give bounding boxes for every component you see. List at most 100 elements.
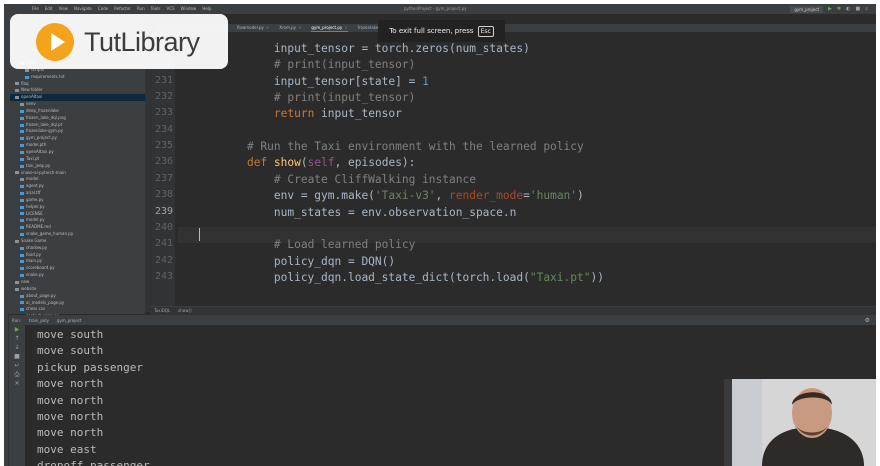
project-tree-item[interactable]: venv (10, 101, 145, 108)
code-line: # Run the Taxi environment with the lear… (246, 140, 584, 154)
project-tree-item[interactable]: taxi_jeep.py (10, 163, 145, 170)
project-tree-item[interactable]: website (10, 286, 145, 293)
project-tree-item[interactable]: model.py (10, 217, 145, 224)
project-tree-item[interactable]: flaq (10, 81, 145, 88)
project-tree-item[interactable]: frozen_lake_dql.pt (10, 122, 145, 129)
project-tree-item[interactable]: openAItaxi.py (10, 149, 145, 156)
project-tree-item[interactable]: New folder (10, 87, 145, 94)
project-tree-item-label: snake-ai-pytorch-main (21, 169, 66, 175)
menu-view[interactable]: View (58, 5, 68, 13)
gear-icon[interactable]: ⚙ (865, 317, 870, 324)
project-tree-item[interactable]: README.md (10, 224, 145, 231)
file-icon (20, 233, 24, 237)
project-tree-item[interactable]: arial.ttf (10, 190, 145, 197)
project-tree-item[interactable]: shadow.py (10, 245, 145, 252)
stop-icon[interactable]: ■ (9, 352, 25, 361)
console-line: move north (37, 410, 104, 423)
project-tree-item[interactable]: frozen_lake_dql.png (10, 115, 145, 122)
breadcrumb-class[interactable]: TaxiDQL (154, 307, 170, 315)
project-tree-item[interactable]: scoreboard.py (10, 265, 145, 272)
menu-refactor[interactable]: Refactor (114, 5, 131, 13)
project-tree-item[interactable]: gym_project.py (10, 135, 145, 142)
project-tree-item[interactable]: openAItaxi (10, 94, 145, 102)
menu-tools[interactable]: Tools (151, 5, 161, 13)
folder-icon (15, 89, 19, 93)
line-number: 241 (154, 238, 173, 250)
menu-run[interactable]: Run (137, 5, 145, 13)
tab-flowmodel[interactable]: flowmodel.py × (237, 24, 269, 32)
folder-icon (15, 171, 19, 175)
project-tree-item[interactable]: food.py (10, 252, 145, 259)
project-tree-item[interactable]: Taxi.pt (10, 156, 145, 163)
project-tree-item[interactable]: game.py (10, 197, 145, 204)
coverage-icon[interactable]: ◐ (846, 5, 850, 13)
arrow-down-icon[interactable]: ↓ (9, 343, 25, 352)
project-tree-item[interactable]: model (10, 176, 145, 183)
file-icon (20, 130, 24, 134)
project-tree-item-label: README.md (26, 224, 51, 230)
menu-file[interactable]: File (32, 5, 39, 13)
project-tree-item[interactable]: agent.py (10, 183, 145, 190)
debug-icon[interactable]: ✱ (837, 5, 841, 13)
project-tree-item[interactable]: ai_models_page.py (10, 300, 145, 307)
project-tree-item-label: arial.ttf (26, 190, 41, 196)
run-tab-train-poly[interactable]: train_poly (29, 318, 49, 323)
run-config-select[interactable]: gym_project (790, 5, 824, 13)
project-tree-item[interactable]: snake_game_human.py (10, 231, 145, 238)
project-tree-item[interactable]: deep_frozenlake (10, 108, 145, 115)
project-tree-item[interactable]: main.py (10, 258, 145, 265)
editor-tabs: flowmodel.py × Xrom.py × gym_project.py × f… (157, 24, 876, 32)
webcam-overlay (724, 379, 876, 466)
menu-help[interactable]: Help (202, 5, 211, 13)
menu-edit[interactable]: Edit (45, 5, 53, 13)
trash-icon[interactable]: ✕ (9, 379, 25, 388)
line-number-gutter: 2292302312322332342352362372382392402412… (145, 32, 175, 312)
file-icon (20, 301, 24, 305)
breadcrumb: TaxiDQL show() (150, 306, 876, 315)
file-icon (20, 164, 24, 168)
code-editor[interactable]: input_tensor = torch.zeros(num_states) #… (178, 32, 876, 312)
project-tree-item[interactable]: requirements.txt (10, 74, 145, 81)
project-tree-item-label: model.py (26, 217, 45, 223)
project-tree-item-label: scoreboard.py (26, 265, 55, 271)
folder-icon (20, 102, 24, 106)
project-tree-item[interactable]: helper.py (10, 204, 145, 211)
project-tree-item[interactable]: LICENSE (10, 211, 145, 218)
menu-window[interactable]: Window (181, 5, 197, 13)
rerun-icon[interactable]: ▶ (9, 325, 25, 334)
project-tree-item-label: ai_models_page.py (26, 299, 65, 305)
print-icon[interactable]: ⎙ (9, 370, 25, 379)
project-tree-item[interactable]: model.pth (10, 142, 145, 149)
run-tab-gym-project[interactable]: gym_project (57, 318, 82, 323)
project-tree-item[interactable]: Snake Game (10, 238, 145, 245)
code-line: # print(input_tensor) (273, 91, 416, 105)
menu-vcs[interactable]: VCS (166, 5, 174, 13)
line-number: 236 (154, 156, 173, 168)
folder-icon (15, 82, 19, 86)
code-line: input_tensor = torch.zeros(num_states) (220, 42, 530, 55)
menu-code[interactable]: Code (98, 5, 108, 13)
search-icon[interactable]: ⌕ (865, 5, 868, 13)
menu-navigate[interactable]: Navigate (74, 5, 92, 13)
wrap-icon[interactable]: ↵ (9, 361, 25, 370)
tab-gym-project[interactable]: gym_project.py × (311, 24, 348, 32)
line-number: 242 (154, 254, 173, 266)
project-tree-item[interactable]: about_page.py (10, 293, 145, 300)
stop-icon[interactable]: ■ (855, 5, 860, 13)
arrow-up-icon[interactable]: ↑ (9, 334, 25, 343)
project-tree-item[interactable]: chess.csv (10, 306, 145, 313)
project-tree-item[interactable]: new (10, 279, 145, 286)
logo-text: TutLibrary (84, 27, 200, 57)
project-tree-item[interactable]: snake.py (10, 272, 145, 279)
project-tree-item[interactable]: frozenlake-gym.py (10, 128, 145, 135)
file-icon (20, 267, 24, 271)
tab-xrom[interactable]: Xrom.py × (279, 24, 301, 32)
console-line: move north (37, 426, 104, 440)
breadcrumb-method[interactable]: show() (178, 307, 191, 315)
run-icon[interactable]: ▶ (828, 5, 832, 13)
project-tree-item-label: chess.csv (26, 306, 46, 312)
title-bar: File Edit View Navigate Code Refactor Ru… (4, 4, 876, 14)
project-tree-item-label: model.pth (26, 142, 47, 148)
project-tree-item[interactable]: snake-ai-pytorch-main (10, 170, 145, 177)
file-icon (20, 116, 24, 120)
